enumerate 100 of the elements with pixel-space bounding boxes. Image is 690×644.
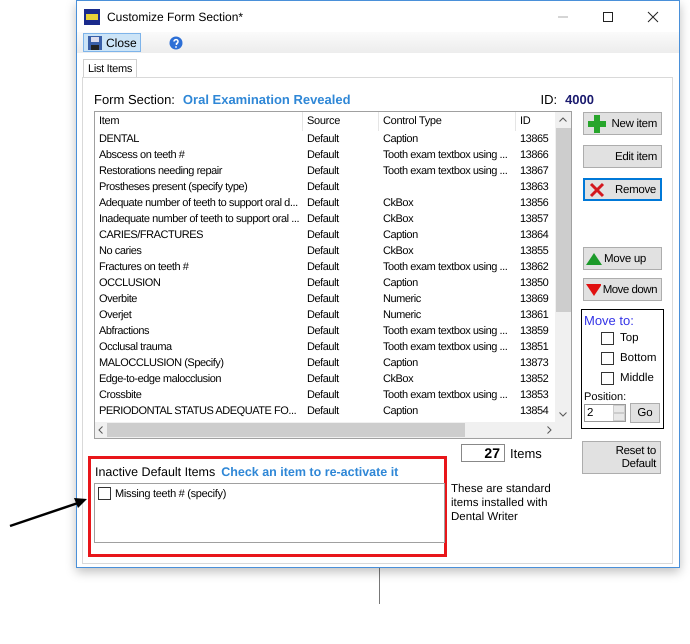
column-header[interactable]: Control Type: [379, 112, 516, 131]
table-cell-text: CkBox: [382, 245, 414, 257]
table-cell-text: Default: [306, 245, 340, 257]
reactivate-hint: Check an item to re-activate it: [221, 465, 398, 479]
table-cell-text: Occlusal trauma: [98, 341, 174, 353]
list-item[interactable]: Missing teeth # (specify): [115, 488, 226, 500]
table-cell-text: Edge-to-edge malocclusion: [98, 373, 222, 385]
table-cell-text: Fractures on teeth #: [98, 261, 190, 273]
table-cell-text: 13873: [519, 357, 550, 369]
table-cell-text: 13863: [519, 181, 550, 193]
table-cell-text: Numeric: [382, 309, 422, 321]
table-cell-text: 13853: [519, 389, 550, 401]
table-cell-text: Abfractions: [98, 325, 150, 337]
column-header[interactable]: Item: [95, 112, 303, 131]
table-cell-text: Default: [306, 229, 340, 241]
up-triangle-icon: [586, 252, 602, 264]
table-cell-text: 13857: [519, 213, 550, 225]
table-cell-text: Default: [306, 309, 340, 321]
table-cell-text: Caption: [382, 357, 419, 369]
help-icon[interactable]: [168, 36, 183, 50]
table-cell-text: No caries: [98, 245, 142, 257]
table-cell-text: 13866: [519, 149, 550, 161]
table-cell-text: 13859: [519, 325, 550, 337]
table-cell-text: CkBox: [382, 373, 414, 385]
checkbox[interactable]: [601, 352, 614, 364]
item-count-field: 27: [461, 444, 505, 462]
table-cell-text: Default: [306, 165, 340, 177]
option-label: Bottom: [620, 352, 656, 364]
scrollbar-thumb[interactable]: [556, 128, 570, 312]
column-header[interactable]: ID: [516, 112, 555, 131]
inactive-items-label: Inactive Default Items: [95, 465, 216, 479]
reset-button[interactable]: Reset to Default: [582, 441, 661, 474]
table-cell-text: Tooth exam textbox using ...: [382, 149, 508, 161]
cross-icon: [589, 182, 605, 198]
close-icon[interactable]: [647, 10, 659, 22]
app-logo-icon: [84, 8, 100, 24]
table-cell-text: DENTAL: [98, 133, 140, 145]
table-cell-text: Caption: [382, 405, 419, 417]
table-cell-text: Default: [306, 405, 340, 417]
form-section-label: Form Section:: [94, 92, 175, 107]
table-cell-text: Tooth exam textbox using ...: [382, 261, 508, 273]
move-up-button[interactable]: Move up: [583, 247, 662, 270]
table-cell-text: Default: [306, 197, 340, 209]
table-cell-text: Restorations needing repair: [98, 165, 224, 177]
table-cell-text: 13869: [519, 293, 550, 305]
table-cell-text: 13867: [519, 165, 550, 177]
table-cell-text: Default: [306, 341, 340, 353]
scroll-down-icon[interactable]: [559, 412, 567, 417]
go-button[interactable]: Go: [630, 403, 660, 423]
scroll-up-icon[interactable]: [559, 117, 567, 122]
remove-button[interactable]: Remove: [583, 178, 662, 201]
note-text: These are standard items installed with Dental Writer: [451, 482, 552, 524]
table-cell-text: Tooth exam textbox using ...: [382, 165, 508, 177]
table-cell-text: Inadequate number of teeth to support oral ...: [98, 213, 300, 225]
position-label: Position:: [584, 391, 628, 403]
table-cell-text: Abscess on teeth #: [98, 149, 186, 161]
column-header[interactable]: Source: [303, 112, 379, 131]
maximize-button[interactable]: [602, 10, 614, 22]
option-label: Top: [620, 332, 639, 344]
table-cell-text: 13856: [519, 197, 550, 209]
table-cell-text: Adequate number of teeth to support oral d...: [98, 197, 299, 209]
position-spinner[interactable]: 2: [584, 404, 626, 422]
table-cell-text: 13851: [519, 341, 550, 353]
table-cell-text: Default: [306, 277, 340, 289]
tab[interactable]: List Items: [83, 59, 138, 77]
checkbox[interactable]: [601, 332, 614, 344]
option-label: Middle: [620, 372, 654, 384]
scroll-left-icon[interactable]: [98, 426, 103, 434]
new-item-button[interactable]: New item: [583, 112, 662, 135]
table-cell-text: Default: [306, 181, 340, 193]
table-cell-text: Default: [306, 293, 340, 305]
table-cell-text: Default: [306, 373, 340, 385]
checkbox[interactable]: [98, 487, 111, 500]
table-cell-text: Tooth exam textbox using ...: [382, 341, 508, 353]
close-button[interactable]: Close: [83, 33, 141, 52]
table-cell-text: 13852: [519, 373, 550, 385]
table-cell-text: MALOCCLUSION (Specify): [98, 357, 225, 369]
table-cell-text: Default: [306, 149, 340, 161]
table-cell-text: Default: [306, 133, 340, 145]
table-cell-text: CARIES/FRACTURES: [98, 229, 204, 241]
table-cell-text: Tooth exam textbox using ...: [382, 325, 508, 337]
move-down-button[interactable]: Move down: [583, 278, 662, 301]
table-cell-text: Overbite: [98, 293, 138, 305]
form-section-name: Oral Examination Revealed: [182, 92, 351, 107]
table-cell-text: Default: [306, 213, 340, 225]
table-cell-text: OCCLUSION: [98, 277, 162, 289]
table-cell-text: Default: [306, 325, 340, 337]
id-value: 4000: [565, 92, 594, 107]
id-label: ID:: [540, 92, 558, 107]
scrollbar-thumb[interactable]: [107, 423, 465, 437]
table-cell-text: CkBox: [382, 213, 414, 225]
table-cell-text: 13862: [519, 261, 550, 273]
table-cell-text: 13861: [519, 309, 550, 321]
checkbox[interactable]: [601, 372, 614, 384]
table-cell-text: 13855: [519, 245, 550, 257]
table-cell-text: Default: [306, 261, 340, 273]
table-cell-text: Default: [306, 389, 340, 401]
edit-item-button[interactable]: Edit item: [583, 145, 662, 168]
scroll-right-icon[interactable]: [547, 426, 552, 434]
table-cell-text: 13850: [519, 277, 550, 289]
